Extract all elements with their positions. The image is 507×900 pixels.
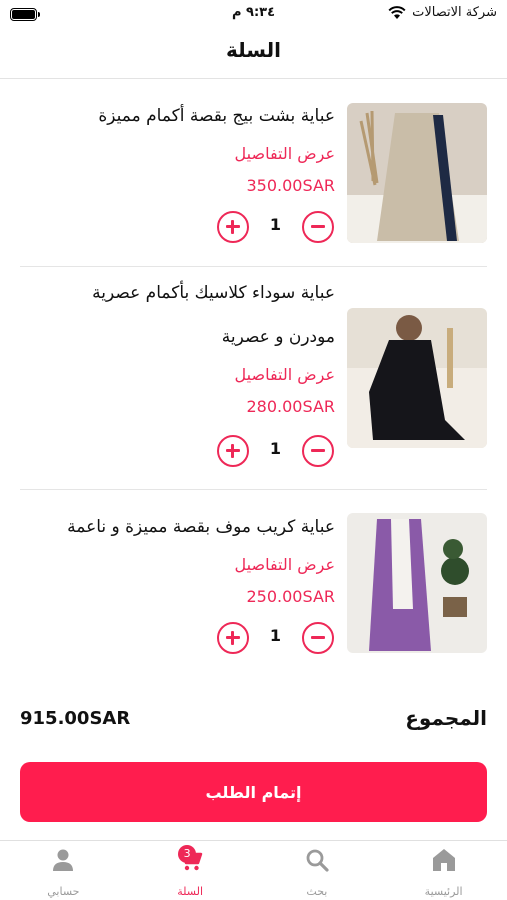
tab-label: السلة xyxy=(177,885,203,898)
checkout-button[interactable]: إتمام الطلب xyxy=(20,762,487,822)
product-image[interactable] xyxy=(347,103,487,243)
product-price: 250.00SAR xyxy=(246,587,336,606)
decrease-quantity-button[interactable] xyxy=(302,622,334,654)
tab-cart[interactable]: 3 السلة xyxy=(127,841,254,900)
product-image[interactable] xyxy=(347,513,487,653)
cart-count-badge: 3 xyxy=(178,845,197,863)
tab-home[interactable]: الرئيسية xyxy=(380,841,507,900)
tab-label: حسابي xyxy=(47,885,80,898)
quantity-value: 1 xyxy=(269,439,282,458)
total-value: 915.00SAR xyxy=(20,708,131,729)
product-name[interactable]: عباية سوداء كلاسيك بأكمام عصرية xyxy=(20,271,335,315)
view-details-link[interactable]: عرض التفاصيل xyxy=(20,549,335,581)
tab-account[interactable]: حسابي xyxy=(0,841,127,900)
total-label: المجموع xyxy=(405,706,487,730)
quantity-value: 1 xyxy=(269,215,282,234)
home-icon xyxy=(432,849,455,871)
cart-item: عباية بشت بيج بقصة أكمام مميزة عرض التفا… xyxy=(20,90,487,267)
quantity-value: 1 xyxy=(269,626,282,645)
decrease-quantity-button[interactable] xyxy=(302,211,334,243)
cart-item: عباية كريب موف بقصة مميزة و ناعمة عرض ال… xyxy=(20,490,487,670)
item-info: عباية كريب موف بقصة مميزة و ناعمة عرض ال… xyxy=(20,505,335,613)
search-icon xyxy=(306,849,329,872)
increase-quantity-button[interactable] xyxy=(217,622,249,654)
product-price: 350.00SAR xyxy=(246,176,336,195)
item-info: عباية بشت بيج بقصة أكمام مميزة عرض التفا… xyxy=(20,94,335,202)
quantity-stepper: 1 xyxy=(217,622,334,654)
product-image[interactable] xyxy=(347,308,487,448)
cart-list: عباية بشت بيج بقصة أكمام مميزة عرض التفا… xyxy=(20,90,487,670)
product-name[interactable]: عباية كريب موف بقصة مميزة و ناعمة xyxy=(20,505,335,549)
bottom-tab-bar: حسابي 3 السلة بحث الرئيسية xyxy=(0,840,507,900)
view-details-link[interactable]: عرض التفاصيل xyxy=(20,138,335,170)
product-name-line-2[interactable]: مودرن و عصرية xyxy=(20,315,335,359)
view-details-link[interactable]: عرض التفاصيل xyxy=(20,359,335,391)
status-time: ٩:٣٤ م xyxy=(231,5,276,20)
increase-quantity-button[interactable] xyxy=(217,435,249,467)
user-icon xyxy=(53,849,74,871)
cart-item: عباية سوداء كلاسيك بأكمام عصرية مودرن و … xyxy=(20,267,487,490)
product-price: 280.00SAR xyxy=(246,397,336,416)
tab-label: الرئيسية xyxy=(424,885,463,898)
item-info: عباية سوداء كلاسيك بأكمام عصرية مودرن و … xyxy=(20,271,335,423)
quantity-stepper: 1 xyxy=(217,211,334,243)
battery-icon xyxy=(10,8,40,21)
quantity-stepper: 1 xyxy=(217,435,334,467)
header-divider xyxy=(0,78,507,79)
page-title: السلة xyxy=(225,38,281,62)
status-bar: شركة الاتصالات ٩:٣٤ م xyxy=(0,0,507,30)
decrease-quantity-button[interactable] xyxy=(302,435,334,467)
product-name[interactable]: عباية بشت بيج بقصة أكمام مميزة xyxy=(20,94,335,138)
increase-quantity-button[interactable] xyxy=(217,211,249,243)
tab-search[interactable]: بحث xyxy=(254,841,381,900)
tab-label: بحث xyxy=(306,885,328,898)
